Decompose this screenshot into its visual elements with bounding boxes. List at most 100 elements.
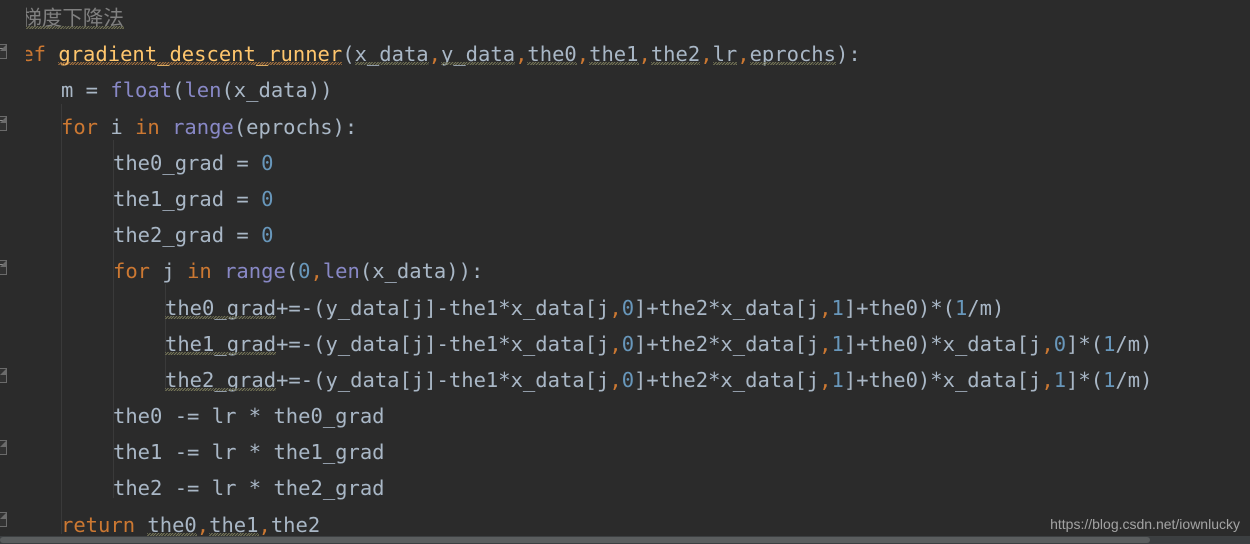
code-line-the2-step[interactable]: the2 -= lr * the2_grad <box>0 470 1250 506</box>
code-token: x_data <box>354 42 429 67</box>
editor-gutter[interactable] <box>0 0 26 544</box>
code-token: the2 -= lr * the2_grad <box>113 476 385 501</box>
code-token: ( <box>285 259 299 284</box>
code-token: the2 <box>650 42 701 67</box>
code-token: , <box>819 331 832 356</box>
horizontal-scrollbar[interactable] <box>0 536 1250 544</box>
code-token: , <box>428 42 441 67</box>
code-token: 0 <box>298 259 311 284</box>
code-token: , <box>819 367 832 392</box>
code-token: , <box>819 295 832 320</box>
code-token: 1 <box>831 295 844 320</box>
code-token: the2_grad = <box>113 223 262 248</box>
code-editor[interactable]: #梯度下降法 def gradient_descent_runner(x_data… <box>0 0 1250 544</box>
code-token: +=-(y_data[j]-the1*x_data[j <box>276 367 610 392</box>
code-token: eprochs <box>749 42 836 67</box>
code-token: , <box>310 259 323 284</box>
code-token: ): <box>836 42 861 67</box>
code-token: the0 -= lr * the0_grad <box>113 404 385 429</box>
code-token: , <box>700 42 713 67</box>
fold-marker-4-icon[interactable] <box>0 368 7 383</box>
code-token: ( <box>172 78 185 103</box>
code-line-the1-grad-update[interactable]: the1_grad+=-(y_data[j]-the1*x_data[j,0]+… <box>0 326 1250 362</box>
watermark-url: https://blog.csdn.net/iownlucky <box>1050 516 1240 532</box>
code-token: , <box>1041 331 1054 356</box>
code-token: ]*( <box>1066 331 1104 356</box>
code-token: /m) <box>1115 331 1153 356</box>
code-line-def[interactable]: def gradient_descent_runner(x_data,y_dat… <box>0 36 1250 72</box>
fold-marker-for-i-icon[interactable] <box>0 116 7 131</box>
code-token: the0_grad = <box>113 150 262 175</box>
fold-marker-def-icon[interactable] <box>0 44 7 59</box>
code-line-the2-grad-update[interactable]: the2_grad+=-(y_data[j]-the1*x_data[j,0]+… <box>0 362 1250 398</box>
code-token: float <box>110 78 173 103</box>
code-token: the1 <box>589 42 639 67</box>
code-token: the0 <box>147 512 197 537</box>
code-line-for-i[interactable]: for i in range(eprochs): <box>0 109 1250 145</box>
fold-arrow-icon <box>0 264 3 265</box>
code-line-for-j[interactable]: for j in range(0,len(x_data)): <box>0 253 1250 289</box>
horizontal-scrollbar-thumb[interactable] <box>0 537 1150 543</box>
code-token: 0 <box>1053 331 1067 356</box>
code-token: 0 <box>261 150 274 175</box>
code-token: y_data <box>441 42 516 67</box>
code-token: ]+the0)*x_data[j <box>843 331 1042 356</box>
code-token: the0 <box>527 42 577 67</box>
code-line-the0-step[interactable]: the0 -= lr * the0_grad <box>0 398 1250 434</box>
code-token: i <box>110 114 136 139</box>
code-token: 1 <box>954 295 968 320</box>
code-token: /m) <box>967 295 1005 320</box>
code-token: (eprochs): <box>233 114 358 139</box>
code-token: the2_grad <box>165 367 277 392</box>
code-line-comment[interactable]: #梯度下降法 <box>0 0 1250 36</box>
code-token: 1 <box>1103 367 1116 392</box>
fold-arrow-icon <box>0 120 3 121</box>
code-token: , <box>609 367 622 392</box>
code-token: range <box>172 114 234 139</box>
code-token: ( <box>342 42 355 67</box>
code-token: ]+the2*x_data[j <box>634 367 820 392</box>
code-token: 0 <box>261 223 274 248</box>
fold-marker-for-j-icon[interactable] <box>0 260 7 275</box>
code-token: the0_grad <box>165 295 277 320</box>
code-token: +=-(y_data[j]-the1*x_data[j <box>276 331 610 356</box>
code-line-the0-grad-update[interactable]: the0_grad+=-(y_data[j]-the1*x_data[j, 0 ]+… <box>0 290 1250 326</box>
code-token: 0 <box>621 295 635 320</box>
code-token: j <box>162 259 188 284</box>
code-token: range <box>224 259 286 284</box>
code-line-m-assign[interactable]: m = float(len(x_data)) <box>0 72 1250 108</box>
code-token: , <box>258 512 271 537</box>
code-token: ]+the2*x_data[j <box>634 331 820 356</box>
fold-marker-5-icon[interactable] <box>0 440 7 455</box>
fold-marker-6-icon[interactable] <box>0 512 7 527</box>
code-token: , <box>576 42 590 67</box>
code-token: for <box>61 114 111 139</box>
code-token: the1_grad = <box>113 186 262 211</box>
code-line-the1-step[interactable]: the1 -= lr * the1_grad <box>0 434 1250 470</box>
code-token: ]+the0)*x_data[j <box>843 367 1042 392</box>
code-token: for <box>113 259 163 284</box>
code-token: , <box>737 42 750 67</box>
code-token: +=-(y_data[j]-the1*x_data[j <box>276 295 610 320</box>
code-token: the2 <box>270 512 321 537</box>
code-token: ]+the0)*( <box>843 295 955 320</box>
code-line-the2-grad-init[interactable]: the2_grad = 0 <box>0 217 1250 253</box>
code-token: #梯度下降法 <box>9 6 124 30</box>
code-token: 1 <box>1103 331 1116 356</box>
code-token: in <box>187 259 225 284</box>
code-token: 0 <box>261 186 274 211</box>
code-token: len <box>322 259 360 284</box>
code-token: , <box>196 512 210 537</box>
code-token: (x_data)) <box>221 78 333 103</box>
code-token: 0 <box>621 331 635 356</box>
code-content[interactable]: #梯度下降法 def gradient_descent_runner(x_data… <box>0 0 1250 537</box>
code-token: m = <box>61 78 111 103</box>
code-line-the0-grad-init[interactable]: the0_grad = 0 <box>0 145 1250 181</box>
code-token: /m) <box>1115 367 1153 392</box>
code-token: gradient_descent_runner <box>58 42 343 67</box>
code-token: , <box>609 331 622 356</box>
code-token: (x_data)): <box>359 259 484 284</box>
code-token: , <box>638 42 651 67</box>
code-token: 1 <box>831 331 844 356</box>
code-line-the1-grad-init[interactable]: the1_grad = 0 <box>0 181 1250 217</box>
